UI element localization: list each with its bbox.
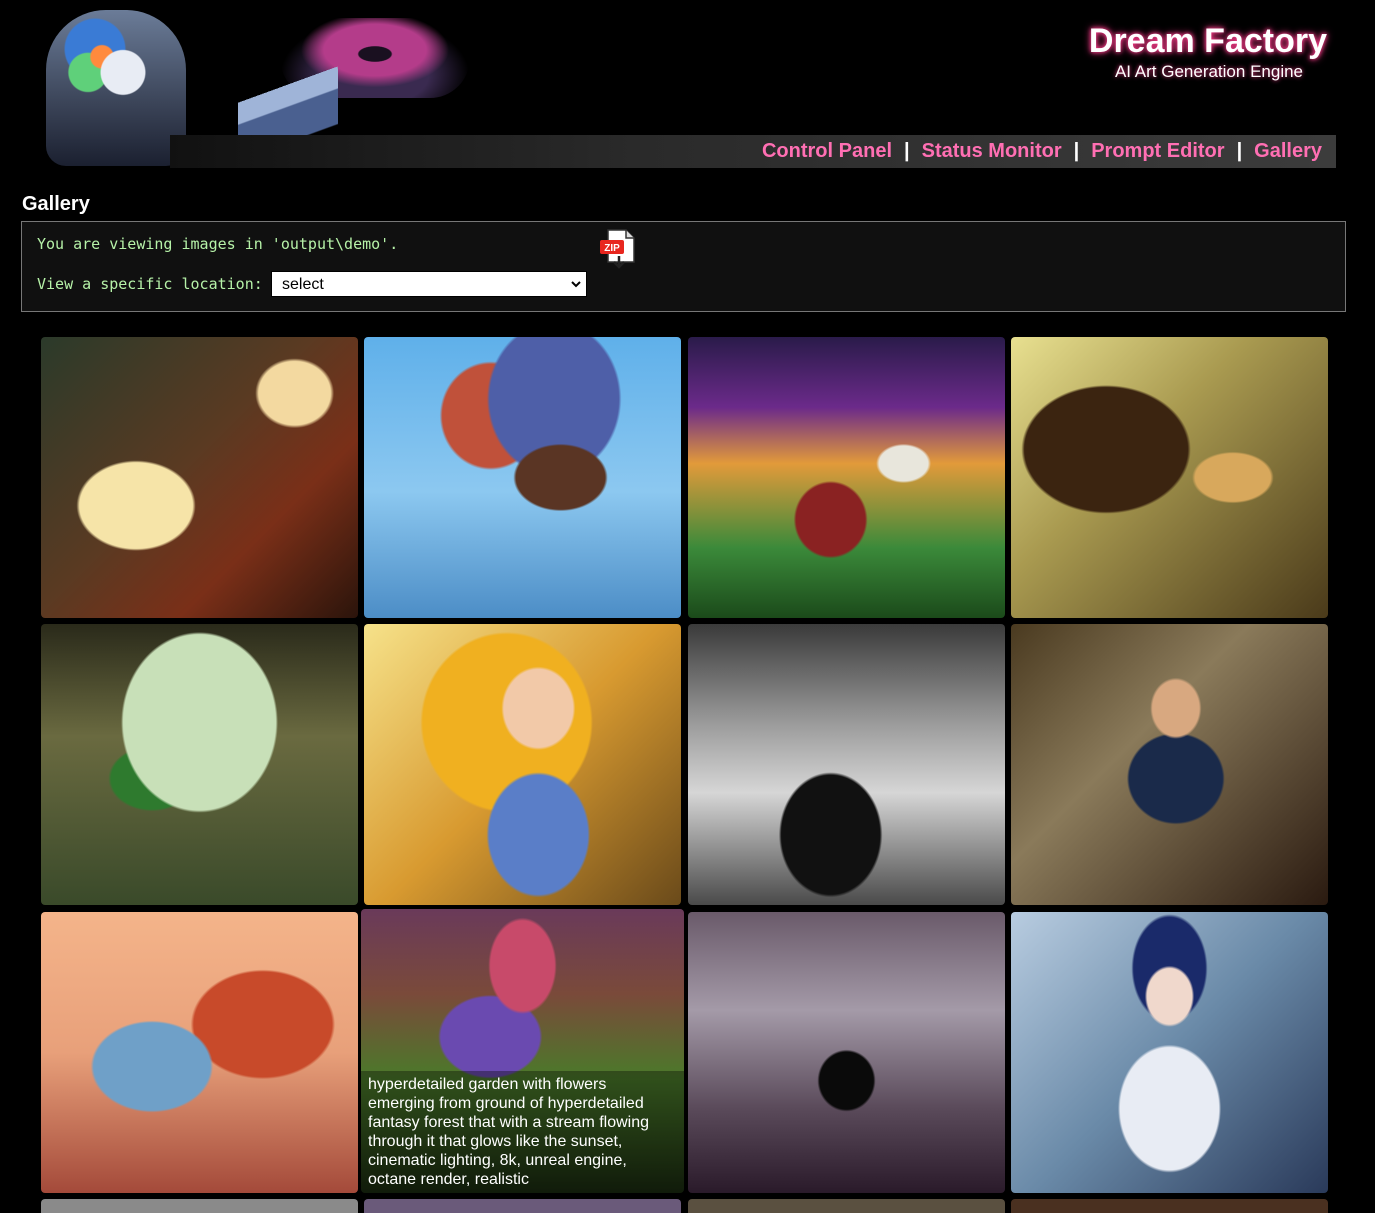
zip-icon-label: ZIP	[604, 243, 620, 254]
gallery-image[interactable]	[364, 1199, 681, 1213]
gallery-image[interactable]	[688, 624, 1005, 905]
gallery-image[interactable]	[41, 1199, 358, 1213]
site-header: Dream Factory AI Art Generation Engine C…	[0, 0, 1375, 170]
nav-separator: |	[1236, 140, 1243, 162]
gallery-image-hovered[interactable]: hyperdetailed garden with flowers emergi…	[361, 909, 684, 1193]
gallery-image[interactable]	[1011, 337, 1328, 618]
page-title: Gallery	[22, 193, 90, 215]
gallery-image[interactable]	[364, 624, 681, 905]
gallery-image[interactable]	[1011, 624, 1328, 905]
nav-control-panel[interactable]: Control Panel	[762, 140, 892, 163]
gallery-image[interactable]	[1011, 1199, 1328, 1213]
gallery-image[interactable]	[688, 337, 1005, 618]
image-prompt-caption: hyperdetailed garden with flowers emergi…	[361, 1071, 684, 1193]
gallery-image[interactable]	[1011, 912, 1328, 1193]
gallery-image[interactable]	[41, 624, 358, 905]
viewing-location-text: You are viewing images in 'output\demo'.	[37, 235, 399, 253]
nav-separator: |	[904, 140, 910, 162]
gallery-image[interactable]	[688, 912, 1005, 1193]
gallery-image[interactable]	[41, 337, 358, 618]
robot-head-logo	[46, 10, 186, 166]
nav-gallery[interactable]: Gallery	[1254, 140, 1322, 163]
nav-status-monitor[interactable]: Status Monitor	[922, 140, 1062, 163]
zip-download-icon[interactable]: ZIP	[598, 228, 636, 270]
brand-subtitle: AI Art Generation Engine	[1114, 62, 1303, 81]
gallery-info-panel: You are viewing images in 'output\demo'.…	[21, 221, 1346, 312]
location-select[interactable]: select	[271, 271, 587, 297]
gallery-image[interactable]	[41, 912, 358, 1193]
nav-separator: |	[1073, 140, 1080, 162]
gallery-image[interactable]	[364, 337, 681, 618]
nav-prompt-editor[interactable]: Prompt Editor	[1091, 140, 1224, 163]
brand-title: Dream Factory	[1088, 22, 1327, 60]
gallery-image[interactable]	[688, 1199, 1005, 1213]
main-nav: Control Panel | Status Monitor | Prompt …	[170, 135, 1336, 168]
location-label: View a specific location:	[37, 275, 263, 293]
